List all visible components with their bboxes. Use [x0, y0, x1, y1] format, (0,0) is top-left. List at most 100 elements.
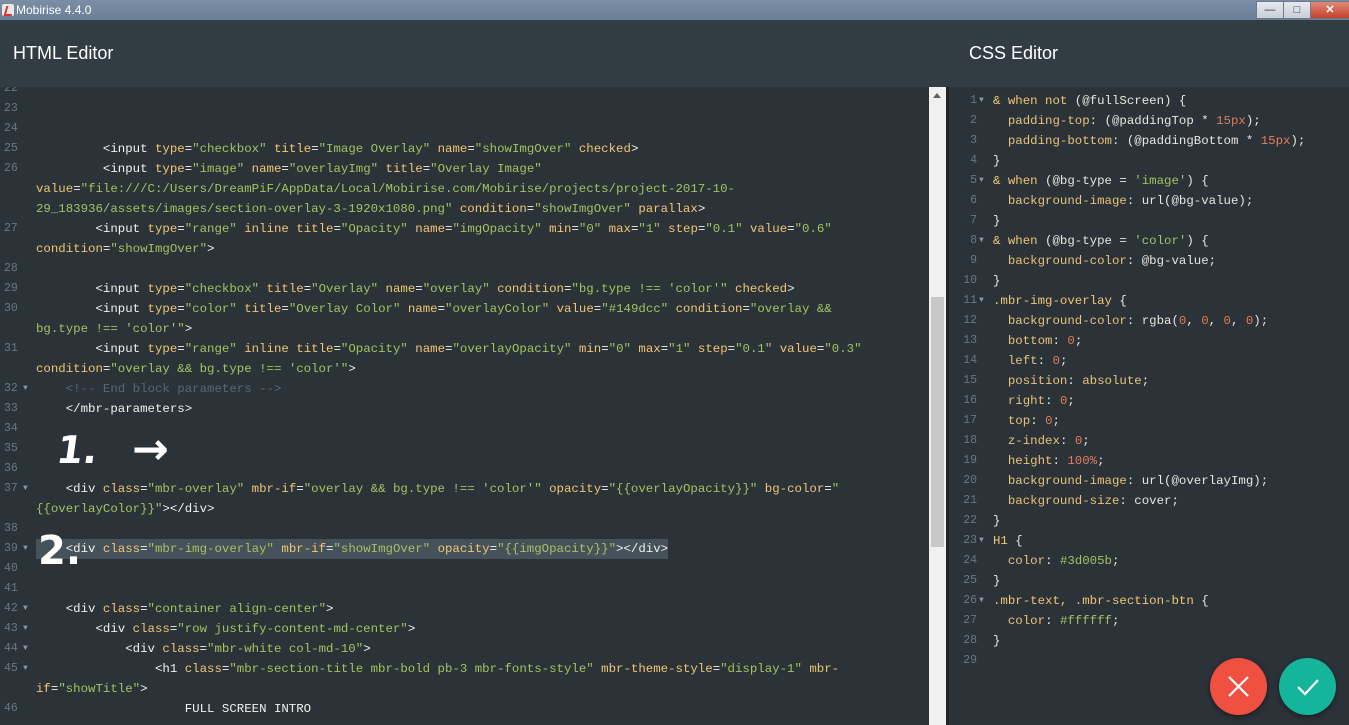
code-line[interactable]: 43 ▼ <div class="row justify-content-md-c… — [0, 619, 929, 639]
code-line[interactable]: 23 — [0, 99, 929, 119]
css-code-line[interactable]: 11 ▼ .mbr-img-overlay { — [949, 291, 1349, 311]
css-code-line[interactable]: 7} — [949, 211, 1349, 231]
code-line[interactable]: 38 — [0, 519, 929, 539]
code-line[interactable]: 44 ▼ <div class="mbr-white col-md-10"> — [0, 639, 929, 659]
code-token: .mbr-text, .mbr-section-btn — [993, 594, 1194, 608]
fold-arrow-icon[interactable]: ▼ — [979, 291, 984, 311]
css-code-editor[interactable]: 1 ▼ & when not (@fullScreen) {2 padding-to… — [949, 87, 1349, 725]
css-code-line[interactable]: 16 right: 0; — [949, 391, 1349, 411]
code-line[interactable]: 32 ▼ <!-- End block parameters --> — [0, 379, 929, 399]
code-line[interactable]: {{overlayColor}}"></div> — [0, 499, 929, 519]
code-line[interactable]: condition="overlay && bg.type !== 'color… — [0, 359, 929, 379]
css-code-line[interactable]: 4} — [949, 151, 1349, 171]
code-line[interactable]: 33 </mbr-parameters> — [0, 399, 929, 419]
code-line[interactable]: 30 <input type="color" title="Overlay Co… — [0, 299, 929, 319]
css-code-line[interactable]: 21 background-size: cover; — [949, 491, 1349, 511]
css-code-line[interactable]: 24 color: #3d005b; — [949, 551, 1349, 571]
css-code-line[interactable]: 13 bottom: 0; — [949, 331, 1349, 351]
code-token: <!-- End block parameters --> — [36, 382, 282, 396]
code-line[interactable]: value="file:///C:/Users/DreamPiF/AppData… — [0, 179, 929, 199]
code-line[interactable]: 40 — [0, 559, 929, 579]
code-line[interactable]: 45 ▼ <h1 class="mbr-section-title mbr-bol… — [0, 659, 929, 679]
fold-arrow-icon[interactable]: ▼ — [979, 591, 984, 611]
css-code-line[interactable]: 2 padding-top: (@paddingTop * 15px); — [949, 111, 1349, 131]
code-token: name — [407, 302, 438, 316]
code-line[interactable]: 24 — [0, 119, 929, 139]
css-code-line[interactable]: 25} — [949, 571, 1349, 591]
code-token: = — [415, 282, 423, 296]
code-token: ) { — [1186, 234, 1209, 248]
code-token: value — [36, 182, 74, 196]
code-line[interactable]: 37 ▼ <div class="mbr-overlay" mbr-if="ove… — [0, 479, 929, 499]
code-line[interactable]: 41 — [0, 579, 929, 599]
css-code-line[interactable]: 14 left: 0; — [949, 351, 1349, 371]
line-number: 8 — [970, 234, 977, 247]
css-code-line[interactable]: 9 background-color: @bg-value; — [949, 251, 1349, 271]
css-code-line[interactable]: 8 ▼ & when (@bg-type = 'color') { — [949, 231, 1349, 251]
fold-arrow-icon[interactable]: ▼ — [979, 531, 984, 551]
code-line[interactable]: bg.type !== 'color'"> — [0, 319, 929, 339]
code-line[interactable]: 29 <input type="checkbox" title="Overlay… — [0, 279, 929, 299]
code-token: parallax — [638, 202, 698, 216]
fold-arrow-icon[interactable]: ▼ — [979, 91, 984, 111]
css-code-line[interactable]: 12 background-color: rgba(0, 0, 0, 0); — [949, 311, 1349, 331]
fold-arrow-icon[interactable]: ▼ — [23, 659, 28, 679]
code-line[interactable]: 39 ▼ <div class="mbr-img-overlay" mbr-if=… — [0, 539, 929, 559]
css-code-line[interactable]: 5 ▼ & when (@bg-type = 'image') { — [949, 171, 1349, 191]
scrollbar-thumb[interactable] — [931, 297, 944, 547]
fold-arrow-icon[interactable]: ▼ — [23, 539, 28, 559]
minimize-button[interactable]: — — [1256, 1, 1284, 19]
code-text: H1 { — [993, 531, 1023, 551]
css-code-line[interactable]: 27 color: #ffffff; — [949, 611, 1349, 631]
code-line[interactable]: if="showTitle"> — [0, 679, 929, 699]
fold-arrow-icon[interactable]: ▼ — [23, 599, 28, 619]
html-editor-scrollbar[interactable] — [929, 87, 946, 725]
code-token: title — [273, 142, 312, 156]
css-code-line[interactable]: 10} — [949, 271, 1349, 291]
css-code-line[interactable]: 20 background-image: url(@overlayImg); — [949, 471, 1349, 491]
code-line[interactable]: 28 — [0, 259, 929, 279]
code-token: = — [333, 222, 341, 236]
code-token: class — [162, 642, 200, 656]
css-code-line[interactable]: 22} — [949, 511, 1349, 531]
css-code-line[interactable]: 6 background-image: url(@bg-value); — [949, 191, 1349, 211]
css-code-line[interactable]: 18 z-index: 0; — [949, 431, 1349, 451]
code-line[interactable]: 46 FULL SCREEN INTRO — [0, 699, 929, 719]
fold-arrow-icon[interactable]: ▼ — [979, 231, 984, 251]
code-token: = — [489, 542, 498, 556]
fold-arrow-icon[interactable]: ▼ — [23, 619, 28, 639]
code-line[interactable]: 22 — [0, 87, 929, 99]
css-code-line[interactable]: 28} — [949, 631, 1349, 651]
code-line[interactable]: condition="showImgOver"> — [0, 239, 929, 259]
close-window-button[interactable]: ✕ — [1310, 1, 1349, 19]
line-number: 3 — [970, 134, 977, 147]
css-code-line[interactable]: 19 height: 100%; — [949, 451, 1349, 471]
css-code-line[interactable]: 26 ▼ .mbr-text, .mbr-section-btn { — [949, 591, 1349, 611]
fold-arrow-icon[interactable]: ▼ — [979, 171, 984, 191]
fold-arrow-icon[interactable]: ▼ — [23, 379, 28, 399]
css-code-line[interactable]: 15 position: absolute; — [949, 371, 1349, 391]
maximize-button[interactable]: □ — [1283, 1, 1311, 19]
confirm-button[interactable] — [1279, 658, 1336, 715]
line-number: 28 — [963, 634, 977, 647]
css-code-line[interactable]: 17 top: 0; — [949, 411, 1349, 431]
css-code-line[interactable]: 3 padding-bottom: (@paddingBottom * 15px… — [949, 131, 1349, 151]
code-line[interactable]: 26 <input type="image" name="overlayImg"… — [0, 159, 929, 179]
fold-arrow-icon[interactable]: ▼ — [23, 639, 28, 659]
code-line[interactable]: 27 <input type="range" inline title="Opa… — [0, 219, 929, 239]
scroll-up-arrow-icon[interactable] — [929, 87, 946, 104]
code-token: type — [147, 302, 178, 316]
code-line[interactable]: 42 ▼ <div class="container align-center"> — [0, 599, 929, 619]
code-line[interactable]: 29_183936/assets/images/section-overlay-… — [0, 199, 929, 219]
code-line[interactable]: 31 <input type="range" inline title="Opa… — [0, 339, 929, 359]
code-token: type — [147, 222, 178, 236]
css-code-line[interactable]: 23 ▼ H1 { — [949, 531, 1349, 551]
css-code-line[interactable]: 1 ▼ & when not (@fullScreen) { — [949, 91, 1349, 111]
code-line[interactable]: 25 <input type="checkbox" title="Image O… — [0, 139, 929, 159]
html-code-editor[interactable]: 22 23 24 25 <input type="checkbox" title="I… — [0, 87, 929, 725]
code-token: = — [281, 162, 289, 176]
fold-arrow-icon[interactable]: ▼ — [23, 479, 28, 499]
cancel-button[interactable] — [1210, 658, 1267, 715]
